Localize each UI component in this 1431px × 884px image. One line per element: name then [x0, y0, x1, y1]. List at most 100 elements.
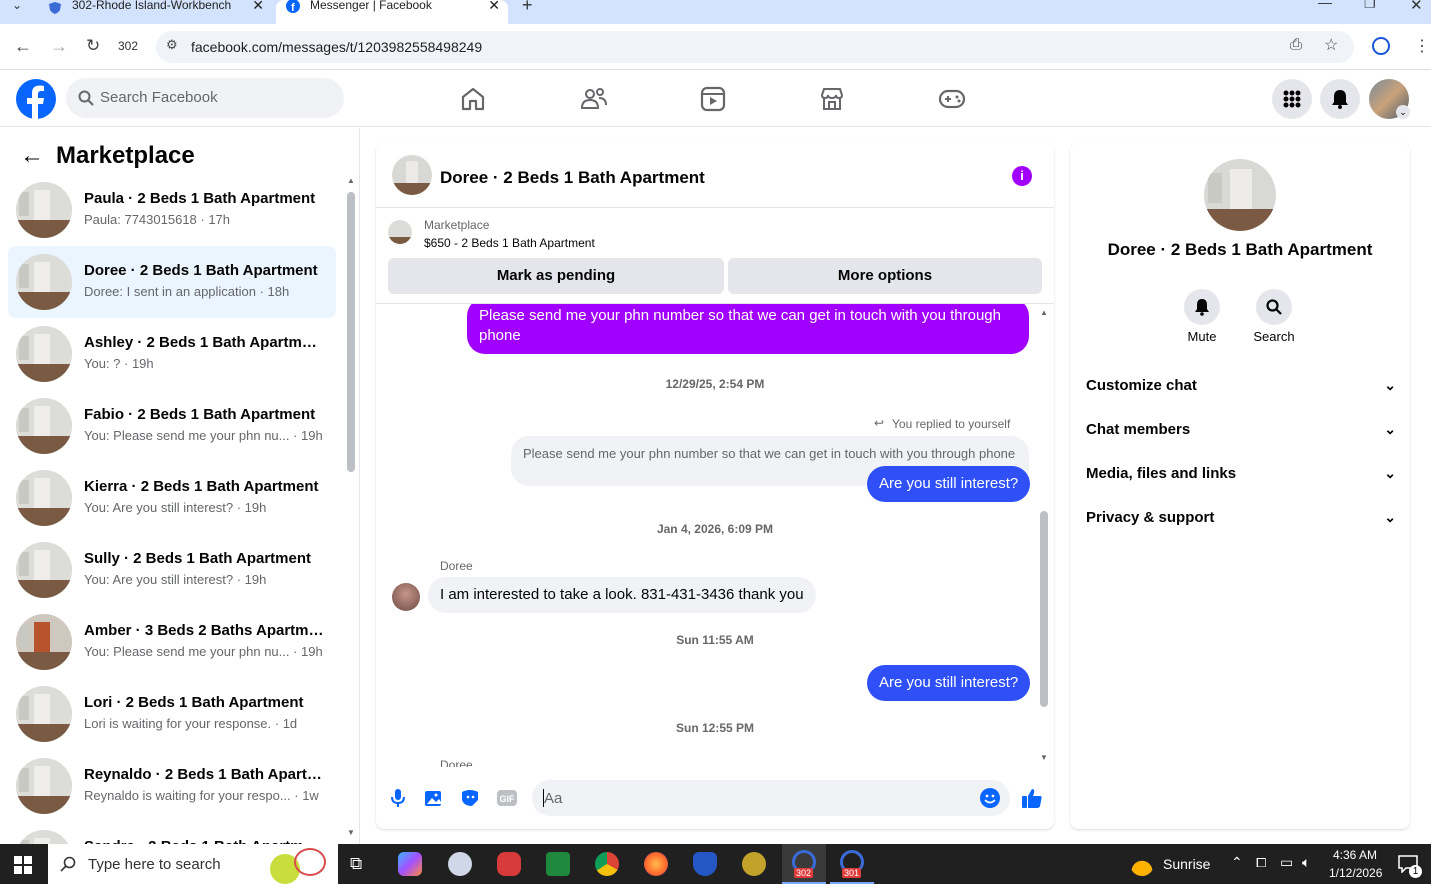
scroll-down-icon[interactable]: ▼ — [347, 828, 355, 837]
tab-search-icon[interactable]: ⌄ — [12, 0, 22, 12]
notifications-button[interactable] — [1320, 79, 1360, 119]
account-icon[interactable] — [1372, 37, 1390, 55]
gif-icon[interactable]: GIF — [496, 788, 518, 808]
menu-dots-icon[interactable]: ⋮ — [1414, 36, 1430, 56]
network-icon[interactable]: ⧠ — [1256, 855, 1266, 871]
app-icon-x[interactable] — [742, 852, 766, 876]
message-input[interactable]: Aa — [532, 780, 1010, 816]
conversation-item[interactable]: Ashley · 2 Beds 1 Bath Apartment You: ? ·… — [8, 318, 336, 390]
search-button[interactable] — [1256, 289, 1292, 325]
gaming-icon[interactable] — [938, 88, 966, 110]
outgoing-message[interactable]: Are you still interest? — [867, 466, 1031, 502]
outgoing-message[interactable]: Please send me your phn number so that w… — [467, 304, 1029, 354]
thumbs-up-icon[interactable] — [1021, 787, 1043, 809]
maximize-icon[interactable]: ❐ — [1364, 0, 1376, 12]
copilot-icon[interactable] — [398, 852, 422, 876]
conversation-item[interactable]: Sully · 2 Beds 1 Bath Apartment You: Are … — [8, 534, 336, 606]
conversation-item[interactable]: Lori · 2 Beds 1 Bath Apartment Lori is wa… — [8, 678, 336, 750]
chat-title[interactable]: Doree · 2 Beds 1 Bath Apartment — [440, 168, 705, 188]
privacy-support-section[interactable]: Privacy & support ⌄ — [1086, 503, 1396, 531]
clock-time[interactable]: 4:36 AM — [1333, 848, 1377, 862]
tab-workbench[interactable]: 302-Rhode Island-Workbench ✕ — [36, 0, 272, 24]
install-app-icon[interactable]: ⎙ — [1290, 36, 1302, 53]
conversation-item[interactable]: Amber · 3 Beds 2 Baths Apartme... You: Pl… — [8, 606, 336, 678]
sender-avatar[interactable] — [392, 583, 420, 611]
weather-sun-icon[interactable] — [1130, 852, 1154, 876]
facebook-logo-icon[interactable] — [16, 79, 56, 119]
scroll-down-icon[interactable]: ▼ — [1040, 753, 1048, 762]
tab-messenger[interactable]: f Messenger | Facebook ✕ — [276, 0, 508, 24]
home-icon[interactable] — [460, 86, 486, 112]
url-text[interactable]: facebook.com/messages/t/1203982558498249 — [191, 39, 482, 55]
conversation-item[interactable]: Kierra · 2 Beds 1 Bath Apartment You: Are… — [8, 462, 336, 534]
scroll-up-icon[interactable]: ▲ — [347, 176, 355, 185]
photo-icon[interactable] — [424, 788, 444, 808]
volume-icon[interactable]: 🔈︎ — [1302, 854, 1310, 871]
listing-thumb[interactable] — [388, 220, 412, 244]
chat-members-section[interactable]: Chat members ⌄ — [1086, 415, 1396, 443]
taskbar-app-302[interactable]: 302 — [782, 844, 826, 884]
chevron-up-icon[interactable]: ⌃ — [1231, 854, 1243, 871]
app-icon-paint[interactable] — [448, 852, 472, 876]
scroll-up-icon[interactable]: ▲ — [1040, 308, 1048, 317]
back-arrow-icon[interactable]: ← — [20, 142, 44, 170]
chat-avatar[interactable] — [392, 155, 432, 195]
search-box[interactable]: Search Facebook — [66, 78, 344, 118]
profile-badge[interactable]: 302 — [118, 39, 138, 53]
sidebar-scrollbar[interactable] — [347, 192, 355, 472]
windows-start-icon[interactable] — [14, 856, 32, 874]
section-label: Privacy & support — [1086, 508, 1215, 526]
marketplace-icon[interactable] — [819, 86, 845, 112]
listing-desc[interactable]: $650 - 2 Beds 1 Bath Apartment — [424, 236, 595, 250]
microphone-icon[interactable] — [390, 788, 406, 808]
conversation-item[interactable]: Reynaldo · 2 Beds 1 Bath Apartm... Reynal… — [8, 750, 336, 822]
incoming-message[interactable]: I am interested to take a look. 831-431-… — [428, 577, 816, 613]
info-icon[interactable]: i — [1012, 166, 1032, 186]
site-settings-icon[interactable]: ⚙ — [166, 37, 178, 53]
grid-icon — [1283, 90, 1301, 108]
video-icon[interactable] — [700, 86, 726, 112]
bookmark-star-icon[interactable]: ☆ — [1324, 35, 1338, 55]
emoji-icon[interactable] — [980, 788, 1000, 808]
chevron-down-icon: ⌄ — [1384, 376, 1396, 393]
display-icon[interactable]: ▭ — [1280, 854, 1293, 871]
sticker-icon[interactable] — [460, 788, 480, 808]
forward-icon[interactable]: → — [50, 36, 68, 57]
back-icon[interactable]: ← — [14, 36, 32, 57]
conversation-item[interactable]: Doree · 2 Beds 1 Bath Apartment Doree: I … — [8, 246, 336, 318]
new-tab-icon[interactable]: + — [522, 0, 533, 16]
mute-button[interactable] — [1184, 289, 1220, 325]
more-options-button[interactable]: More options — [728, 258, 1042, 294]
app-icon-sheets[interactable] — [546, 852, 570, 876]
chevron-down-icon[interactable]: ⌄ — [1396, 105, 1410, 119]
menu-grid-button[interactable] — [1272, 79, 1312, 119]
firefox-icon[interactable] — [644, 852, 668, 876]
chat-info-panel: Doree · 2 Beds 1 Bath Apartment Mute Sea… — [1070, 143, 1410, 829]
friends-icon[interactable] — [580, 86, 608, 112]
weather-label[interactable]: Sunrise — [1163, 856, 1210, 872]
window-close-icon[interactable]: ✕ — [1410, 0, 1423, 14]
listing-avatar[interactable] — [1204, 159, 1276, 231]
app-icon-red-car[interactable] — [497, 852, 521, 876]
address-bar[interactable]: ⚙ facebook.com/messages/t/12039825584982… — [156, 31, 1354, 63]
customize-chat-section[interactable]: Customize chat ⌄ — [1086, 371, 1396, 399]
conversation-item[interactable]: Paula · 2 Beds 1 Bath Apartment Paula: 77… — [8, 174, 336, 246]
app-icon-shield[interactable] — [693, 852, 717, 876]
chrome-icon[interactable] — [595, 852, 619, 876]
minimize-icon[interactable]: — — [1318, 0, 1332, 10]
conversation-thumbnail — [16, 758, 72, 814]
reload-icon[interactable]: ↻ — [86, 36, 100, 56]
conversation-item[interactable]: Sandra · 2 Beds 1 Bath Apartment — [8, 822, 336, 844]
chat-scrollbar[interactable] — [1040, 511, 1048, 707]
task-view-icon[interactable]: ⧉ — [350, 854, 362, 874]
outgoing-message[interactable]: Are you still interest? — [867, 665, 1031, 701]
taskbar-search[interactable]: Type here to search — [48, 844, 338, 884]
conversation-item[interactable]: Fabio · 2 Beds 1 Bath Apartment You: Plea… — [8, 390, 336, 462]
clock-date[interactable]: 1/12/2026 — [1329, 866, 1382, 880]
close-icon[interactable]: ✕ — [252, 0, 264, 14]
media-files-section[interactable]: Media, files and links ⌄ — [1086, 459, 1396, 487]
taskbar-app-301[interactable]: 301 — [830, 844, 874, 884]
conversation-title: Amber · 3 Beds 2 Baths Apartme... — [84, 622, 324, 639]
mark-pending-button[interactable]: Mark as pending — [388, 258, 724, 294]
close-icon[interactable]: ✕ — [488, 0, 500, 14]
